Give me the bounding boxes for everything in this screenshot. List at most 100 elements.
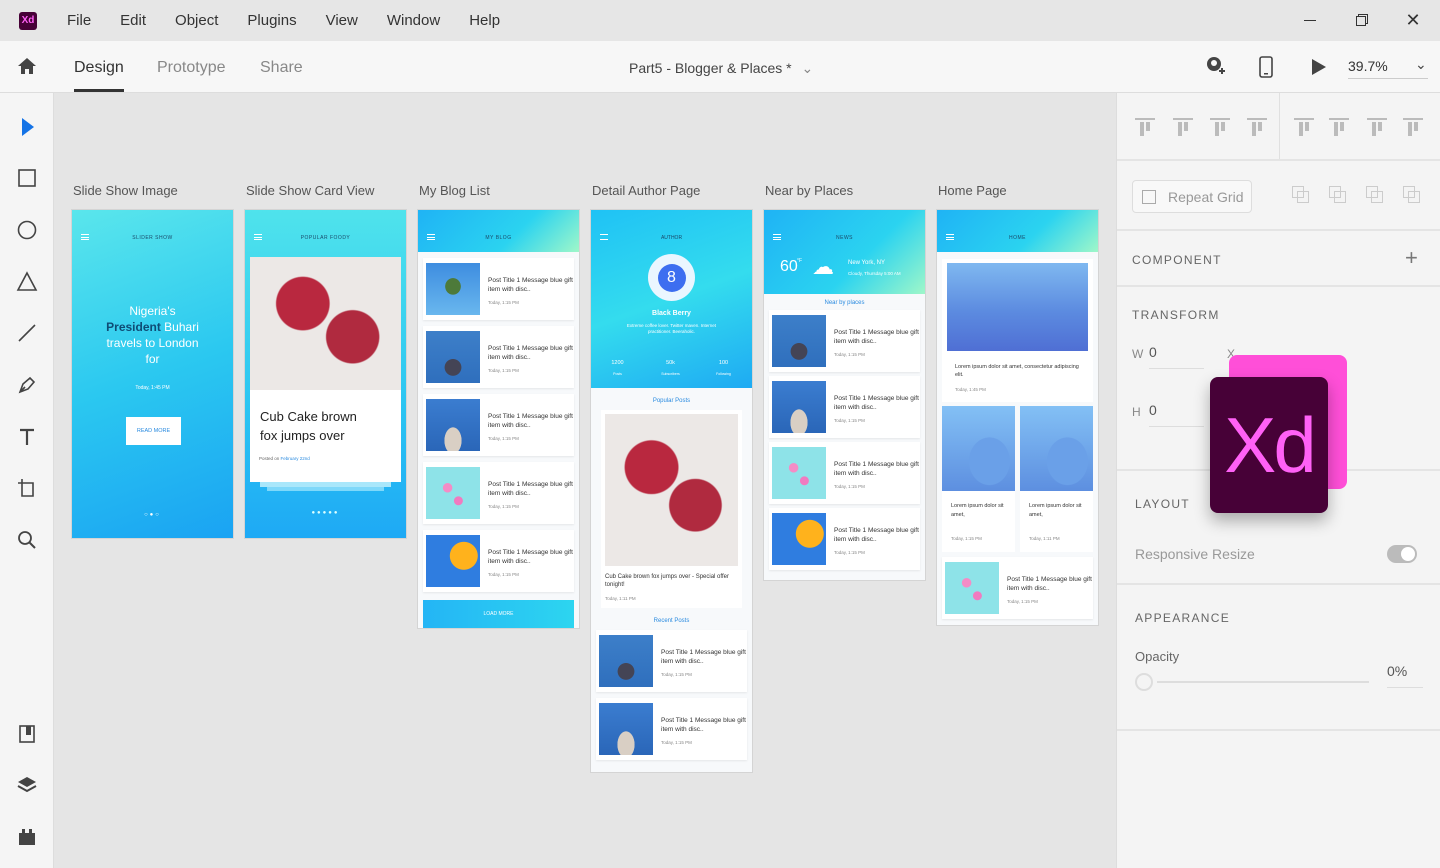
polygon-tool-icon[interactable]	[15, 270, 39, 294]
align-left-icon[interactable]	[1294, 118, 1314, 138]
subtract-boolean-icon[interactable]	[1329, 186, 1347, 204]
exclude-boolean-icon[interactable]	[1403, 186, 1421, 204]
weather-status: Cloudy, Thursday 5:00 AM	[848, 271, 901, 276]
list-item[interactable]: Post Title 1 Message blue gift item with…	[423, 462, 574, 524]
invite-user-icon[interactable]	[1205, 56, 1225, 78]
bar	[1305, 122, 1309, 131]
card[interactable]: Cub Cake brown fox jumps over Posted on Fe…	[250, 390, 401, 482]
artboard-my-blog-list[interactable]: MY BLOG Post Title 1 Message blue gift it…	[418, 210, 579, 628]
artboard-detail-author-page[interactable]: AUTHOR 8 Black Berry Extreme coffee lover. …	[591, 210, 752, 772]
opacity-input[interactable]: 0%	[1387, 663, 1423, 688]
hero-card[interactable]: Lorem ipsum dolor sit amet, consectetur …	[942, 259, 1093, 402]
list-item[interactable]: Post Title 1 Message blue gift item with…	[769, 508, 920, 570]
list-item[interactable]: Post Title 1 Message blue gift item with…	[596, 698, 747, 760]
line-tool-icon[interactable]	[15, 321, 39, 345]
list-item[interactable]: Post Title 1 Message blue gift item with…	[769, 442, 920, 504]
list-item[interactable]: Post Title 1 Message blue gift item with…	[423, 394, 574, 456]
artboard-label[interactable]: Slide Show Card View	[246, 183, 374, 198]
pagination-dots[interactable]: ●●●●●	[245, 510, 406, 516]
card-image	[942, 406, 1015, 491]
menu-object[interactable]: Object	[175, 12, 218, 29]
post-thumbnail	[599, 703, 653, 755]
temperature-unit: °F	[797, 258, 803, 264]
pen-tool-icon[interactable]	[15, 373, 39, 397]
menu-view[interactable]: View	[326, 12, 358, 29]
play-icon[interactable]	[1310, 58, 1328, 76]
restore-button[interactable]	[1336, 0, 1386, 41]
menu-window[interactable]: Window	[387, 12, 440, 29]
rectangle-tool-icon[interactable]	[15, 166, 39, 190]
zoom-tool-icon[interactable]	[15, 528, 39, 552]
artboard-header-title: NEWS	[836, 235, 853, 241]
post-date: Today, 1:15 PM	[488, 436, 519, 441]
list-item[interactable]: Post Title 1 Message blue gift item with…	[423, 326, 574, 388]
align-top-icon[interactable]	[1135, 118, 1155, 138]
avatar: 8	[648, 254, 695, 301]
distribute-horizontal-icon[interactable]	[1247, 118, 1267, 138]
artboard-label[interactable]: Home Page	[938, 183, 1007, 198]
artboard-home-page[interactable]: HOME Lorem ipsum dolor sit amet, consecte…	[937, 210, 1098, 625]
text-tool-icon[interactable]	[15, 425, 39, 449]
post-thumbnail	[599, 635, 653, 687]
opacity-slider-handle[interactable]	[1135, 673, 1153, 691]
responsive-resize-toggle[interactable]	[1387, 545, 1417, 563]
pagination-dots[interactable]: ○●○	[72, 512, 233, 518]
grid-card[interactable]: Lorem ipsum dolor sit amet, Today, 1:15 P…	[942, 406, 1015, 552]
artboard-label[interactable]: Near by Places	[765, 183, 853, 198]
add-component-icon[interactable]: +	[1405, 245, 1418, 271]
bar	[1184, 122, 1188, 131]
load-more-button[interactable]: LOAD MORE	[423, 600, 574, 628]
device-preview-icon[interactable]	[1259, 56, 1273, 78]
tab-share[interactable]: Share	[260, 59, 303, 77]
tab-prototype[interactable]: Prototype	[157, 59, 225, 77]
grid-card[interactable]: Lorem ipsum dolor sit amet, Today, 1:11 P…	[1020, 406, 1093, 552]
artboard-label[interactable]: Slide Show Image	[73, 183, 178, 198]
select-tool-icon[interactable]	[15, 115, 39, 139]
width-label: W	[1132, 347, 1144, 361]
section-title: Recent Posts	[653, 618, 690, 624]
align-right-icon[interactable]	[1367, 118, 1387, 138]
artboard-slide-show-card-view[interactable]: POPULAR FOODY Cub Cake brown fox jumps ove…	[245, 210, 406, 538]
menu-plugins[interactable]: Plugins	[247, 12, 296, 29]
home-icon[interactable]	[17, 57, 37, 75]
align-bottom-icon[interactable]	[1210, 118, 1230, 138]
artboard-slide-show-image[interactable]: SLIDER SHOW Nigeria's President Buhari trav…	[72, 210, 233, 538]
stat-label: Posts	[613, 372, 622, 376]
menu-edit[interactable]: Edit	[120, 12, 146, 29]
menu-help[interactable]: Help	[469, 12, 500, 29]
artboard-near-by-places[interactable]: NEWS 60 °F ☁ New York, NY Cloudy, Thursday 5:…	[764, 210, 925, 580]
distribute-vertical-icon[interactable]	[1403, 118, 1423, 138]
menu-file[interactable]: File	[67, 12, 91, 29]
align-center-icon[interactable]	[1329, 118, 1349, 138]
list-item[interactable]: Post Title 1 Message blue gift item with…	[596, 630, 747, 692]
artboard-tool-icon[interactable]	[15, 476, 39, 500]
list-item[interactable]: Post Title 1 Message blue gift item with…	[423, 530, 574, 592]
post-title: Post Title 1 Message blue gift item with…	[488, 413, 573, 429]
width-input[interactable]: 0	[1149, 344, 1204, 369]
close-button[interactable]: ✕	[1388, 0, 1438, 41]
zoom-chevron-icon[interactable]: ⌄	[1415, 56, 1427, 73]
assets-icon[interactable]	[15, 722, 39, 746]
repeat-grid-button[interactable]: Repeat Grid	[1132, 180, 1252, 213]
height-input[interactable]: 0	[1149, 402, 1204, 427]
minimize-button[interactable]	[1285, 0, 1335, 41]
tab-design[interactable]: Design	[74, 59, 124, 92]
align-middle-icon[interactable]	[1173, 118, 1193, 138]
artboard-label[interactable]: My Blog List	[419, 183, 490, 198]
layers-icon[interactable]	[15, 773, 39, 797]
popular-post-card[interactable]: Cub Cake brown fox jumps over - Special …	[601, 410, 742, 608]
add-boolean-icon[interactable]	[1292, 186, 1310, 204]
read-more-button[interactable]: READ MORE	[126, 417, 181, 445]
component-heading: COMPONENT	[1132, 253, 1222, 267]
intersect-boolean-icon[interactable]	[1366, 186, 1384, 204]
list-item[interactable]: Post Title 1 Message blue gift item with…	[423, 258, 574, 320]
list-item[interactable]: Post Title 1 Message blue gift item with…	[769, 310, 920, 372]
opacity-slider-track[interactable]	[1157, 681, 1369, 683]
list-item[interactable]: Post Title 1 Message blue gift item with…	[942, 557, 1093, 619]
list-item[interactable]: Post Title 1 Message blue gift item with…	[769, 376, 920, 438]
artboard-label[interactable]: Detail Author Page	[592, 183, 700, 198]
document-title[interactable]: Part5 - Blogger & Places * ⌄	[629, 60, 813, 77]
plugins-icon[interactable]	[15, 825, 39, 849]
hero-image	[947, 263, 1088, 351]
ellipse-tool-icon[interactable]	[15, 218, 39, 242]
